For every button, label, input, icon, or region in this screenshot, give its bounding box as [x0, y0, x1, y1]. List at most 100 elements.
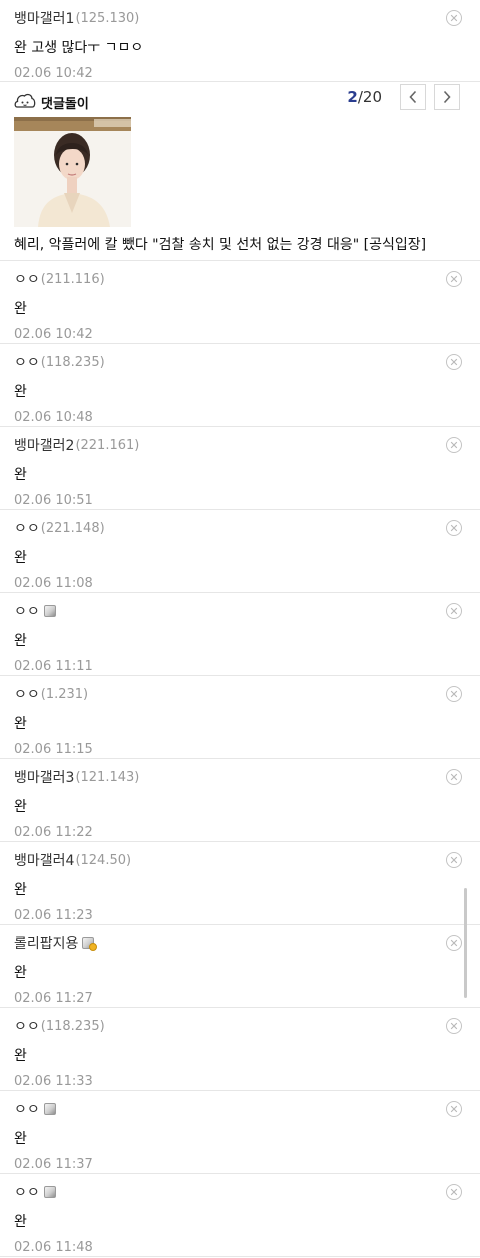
delete-comment-icon[interactable]: ✕	[446, 1018, 462, 1034]
comment-ip: (118.235)	[40, 1018, 105, 1034]
chevron-left-icon	[409, 90, 417, 104]
gallog-member-icon[interactable]	[82, 937, 98, 951]
comment-header: ㅇㅇ (118.235)	[14, 1016, 466, 1036]
comment-item: 롤리팝지용완 02.06 11:27 ✕	[0, 925, 480, 1008]
comment-item: ㅇㅇ 완 02.06 11:37 ✕	[0, 1091, 480, 1174]
comment-date: 02.06 10:48	[14, 410, 93, 425]
comment-header: ㅇㅇ (1.231)	[14, 684, 466, 704]
comment-header: ㅇㅇ	[14, 601, 466, 621]
comment-nickname[interactable]: ㅇㅇ	[14, 601, 40, 621]
comment-list: ㅇㅇ (211.116) 완 02.06 10:42 ✕ ㅇㅇ (118.235) 완 02.0…	[0, 261, 480, 1257]
pager-total: /20	[357, 88, 382, 106]
comment-nickname[interactable]: 뱅마갤러3	[14, 767, 74, 787]
scrollbar[interactable]	[464, 888, 467, 998]
comment-date: 02.06 11:27	[14, 991, 93, 1006]
comment-nickname[interactable]: ㅇㅇ	[14, 1099, 40, 1119]
comment-text: 완	[14, 384, 27, 400]
comment-header: 뱅마갤러1 (125.130)	[14, 8, 466, 28]
comment-item: ㅇㅇ (118.235) 완 02.06 11:33 ✕	[0, 1008, 480, 1091]
delete-comment-icon[interactable]: ✕	[446, 271, 462, 287]
comment-text: 완	[14, 633, 27, 649]
pager-current: 2	[347, 88, 358, 106]
comment-header: 뱅마갤러3 (121.143)	[14, 767, 466, 787]
news-photo	[14, 117, 131, 227]
promo-pager: 2/20	[347, 84, 460, 110]
comment-header: ㅇㅇ	[14, 1182, 466, 1202]
comment-nickname[interactable]: ㅇㅇ	[14, 352, 40, 372]
comment-header: ㅇㅇ (221.148)	[14, 518, 466, 538]
comment-nickname[interactable]: ㅇㅇ	[14, 1182, 40, 1202]
comment-text: 완 고생 많다ㅜ ㄱㅁㅇ	[14, 40, 144, 56]
comment-ip: (125.130)	[75, 10, 140, 26]
comment-nickname[interactable]: ㅇㅇ	[14, 269, 40, 289]
comment-header: 뱅마갤러2 (221.161)	[14, 435, 466, 455]
comment-item: ㅇㅇ (118.235) 완 02.06 10:48 ✕	[0, 344, 480, 427]
comment-nickname[interactable]: ㅇㅇ	[14, 1016, 40, 1036]
delete-comment-icon[interactable]: ✕	[446, 354, 462, 370]
chevron-right-icon	[443, 90, 451, 104]
pager-next-button[interactable]	[434, 84, 460, 110]
comment-date: 02.06 10:42	[14, 327, 93, 342]
comment-text: 완	[14, 882, 27, 898]
delete-comment-icon[interactable]: ✕	[446, 852, 462, 868]
comment-ip: (121.143)	[75, 769, 140, 785]
delete-comment-icon[interactable]: ✕	[446, 935, 462, 951]
news-headline-link[interactable]: 혜리, 악플러에 칼 뺐다 "검찰 송치 및 선처 없는 강경 대응" [공식입…	[14, 234, 466, 254]
comment-header: ㅇㅇ (211.116)	[14, 269, 466, 289]
comment-date: 02.06 11:33	[14, 1074, 93, 1089]
dolly-mascot-icon	[14, 93, 36, 108]
comment-item: ㅇㅇ 완 02.06 11:11 ✕	[0, 593, 480, 676]
comment-date: 02.06 11:15	[14, 742, 93, 757]
comment-nickname[interactable]: 뱅마갤러4	[14, 850, 74, 870]
comment-ip: (124.50)	[75, 852, 132, 868]
delete-comment-icon[interactable]: ✕	[446, 520, 462, 536]
comment-date: 02.06 11:48	[14, 1240, 93, 1255]
promo-label: 댓글돌이	[41, 96, 89, 112]
comment-ip: (118.235)	[40, 354, 105, 370]
delete-comment-icon[interactable]: ✕	[446, 1101, 462, 1117]
comment-header: 뱅마갤러4 (124.50)	[14, 850, 466, 870]
comment-text: 완	[14, 1048, 27, 1064]
comment-date: 02.06 11:37	[14, 1157, 93, 1172]
news-thumbnail[interactable]	[14, 117, 131, 227]
comment-item: ㅇㅇ 완 02.06 11:48 ✕	[0, 1174, 480, 1257]
comment-date: 02.06 11:23	[14, 908, 93, 923]
comment-text: 완	[14, 550, 27, 566]
comment-text: 완	[14, 1214, 27, 1230]
comment-date: 02.06 11:08	[14, 576, 93, 591]
gallog-member-icon[interactable]	[43, 605, 56, 617]
comment-ip: (211.116)	[40, 271, 105, 287]
gallog-member-icon[interactable]	[43, 1103, 56, 1115]
comment-text: 완	[14, 467, 27, 483]
comment-date: 02.06 11:22	[14, 825, 93, 840]
pager-prev-button[interactable]	[400, 84, 426, 110]
comment-ip: (221.148)	[40, 520, 105, 536]
comment-date: 02.06 10:51	[14, 493, 93, 508]
comment-item: ㅇㅇ (221.148) 완 02.06 11:08 ✕	[0, 510, 480, 593]
comment-text: 완	[14, 301, 27, 317]
comment-item: ㅇㅇ (1.231) 완 02.06 11:15 ✕	[0, 676, 480, 759]
comment-nickname[interactable]: 뱅마갤러1	[14, 8, 74, 28]
gallog-member-icon[interactable]	[43, 1186, 56, 1198]
comment-nickname[interactable]: 뱅마갤러2	[14, 435, 74, 455]
comment-header: ㅇㅇ	[14, 1099, 466, 1119]
comment-nickname[interactable]: 롤리팝지용	[14, 933, 78, 953]
comment-item: ㅇㅇ (211.116) 완 02.06 10:42 ✕	[0, 261, 480, 344]
delete-comment-icon[interactable]: ✕	[446, 1184, 462, 1200]
comment-item: 뱅마갤러4 (124.50) 완 02.06 11:23 ✕	[0, 842, 480, 925]
delete-comment-icon[interactable]: ✕	[446, 769, 462, 785]
delete-comment-icon[interactable]: ✕	[446, 603, 462, 619]
comment-date: 02.06 10:42	[14, 66, 93, 81]
delete-comment-icon[interactable]: ✕	[446, 437, 462, 453]
comment-item: 뱅마갤러1 (125.130) 완 고생 많다ㅜ ㄱㅁㅇ 02.06 10:42…	[0, 0, 480, 82]
delete-comment-icon[interactable]: ✕	[446, 10, 462, 26]
comment-nickname[interactable]: ㅇㅇ	[14, 518, 40, 538]
comment-ip: (1.231)	[40, 686, 89, 702]
comment-text: 완	[14, 965, 27, 981]
comment-nickname[interactable]: ㅇㅇ	[14, 684, 40, 704]
comment-date: 02.06 11:11	[14, 659, 93, 674]
comment-header: 롤리팝지용	[14, 933, 466, 953]
comment-bot-promo: 댓글돌이 2/20 혜리, 악플러에 칼 뺐다 "검찰 송치 및 선처 없는 강…	[0, 82, 480, 261]
comment-text: 완	[14, 716, 27, 732]
delete-comment-icon[interactable]: ✕	[446, 686, 462, 702]
